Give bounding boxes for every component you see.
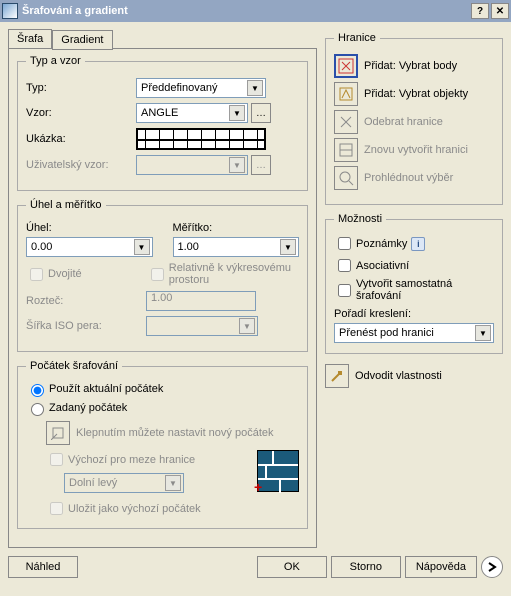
help-button[interactable]: ? bbox=[471, 3, 489, 19]
radio-use-current-origin[interactable]: Použít aktuální počátek bbox=[26, 381, 299, 397]
label-specified-origin: Zadaný počátek bbox=[49, 402, 127, 414]
plus-icon: + bbox=[254, 479, 262, 495]
chevron-down-icon: ▼ bbox=[165, 475, 181, 491]
help-button-footer[interactable]: Nápověda bbox=[405, 556, 477, 578]
select-custom-pattern: ▼ bbox=[136, 155, 248, 175]
chevron-down-icon: ▼ bbox=[475, 325, 491, 341]
pick-origin-button bbox=[46, 421, 70, 445]
label-iso-pen: Šířka ISO pera: bbox=[26, 320, 146, 332]
group-boundaries: Hranice Přidat: Vybrat body Přidat: Vybr… bbox=[325, 32, 503, 205]
hatch-sample-preview[interactable] bbox=[136, 128, 266, 150]
checkbox-double: Dvojité bbox=[26, 265, 135, 284]
view-selection-button bbox=[334, 166, 358, 190]
label-separate-hatches: Vytvořit samostatná šrafování bbox=[356, 278, 494, 302]
add-pick-points-button[interactable] bbox=[334, 54, 358, 78]
legend-boundaries: Hranice bbox=[334, 32, 380, 44]
chevron-down-icon: ▼ bbox=[229, 105, 245, 121]
select-type[interactable]: Předdefinovaný ▼ bbox=[136, 78, 266, 98]
label-inherit-properties: Odvodit vlastnosti bbox=[355, 370, 442, 382]
label-click-set-origin: Klepnutím můžete nastavit nový počátek bbox=[76, 427, 274, 439]
checkbox-separate-hatches[interactable]: Vytvořit samostatná šrafování bbox=[334, 278, 494, 302]
label-double: Dvojité bbox=[48, 268, 82, 280]
chevron-right-icon bbox=[487, 562, 497, 572]
select-draw-order[interactable]: Přenést pod hranici ▼ bbox=[334, 323, 494, 343]
label-use-current-origin: Použít aktuální počátek bbox=[49, 383, 163, 395]
pattern-browse-button[interactable]: … bbox=[251, 103, 271, 123]
group-angle-scale: Úhel a měřítko Úhel: 0.00 ▼ Měřítko: 1.0… bbox=[17, 199, 308, 352]
label-remove-boundaries: Odebrat hranice bbox=[364, 116, 443, 128]
checkbox-store-default-origin: Uložit jako výchozí počátek bbox=[46, 499, 299, 518]
ok-button[interactable]: OK bbox=[257, 556, 327, 578]
select-type-value: Předdefinovaný bbox=[141, 82, 217, 94]
remove-boundaries-button bbox=[334, 110, 358, 134]
label-store-default-origin: Uložit jako výchozí počátek bbox=[68, 503, 201, 515]
label-angle: Úhel: bbox=[26, 222, 153, 234]
select-angle-value: 0.00 bbox=[31, 241, 52, 253]
legend-origin: Počátek šrafování bbox=[26, 360, 122, 372]
legend-options: Možnosti bbox=[334, 213, 386, 225]
tab-gradient[interactable]: Gradient bbox=[52, 30, 112, 50]
select-draw-order-value: Přenést pod hranici bbox=[339, 327, 434, 339]
label-pattern: Vzor: bbox=[26, 107, 136, 119]
group-type-pattern: Typ a vzor Typ: Předdefinovaný ▼ Vzor: A… bbox=[17, 55, 308, 191]
cancel-button[interactable]: Storno bbox=[331, 556, 401, 578]
preview-button[interactable]: Náhled bbox=[8, 556, 78, 578]
window-title: Šrafování a gradient bbox=[22, 5, 469, 17]
select-scale[interactable]: 1.00 ▼ bbox=[173, 237, 300, 257]
label-scale: Měřítko: bbox=[173, 222, 300, 234]
label-type: Typ: bbox=[26, 82, 136, 94]
info-icon[interactable]: i bbox=[411, 237, 425, 251]
legend-type-pattern: Typ a vzor bbox=[26, 55, 85, 67]
label-draw-order: Pořadí kreslení: bbox=[334, 308, 494, 320]
checkbox-default-bounds: Výchozí pro meze hranice bbox=[46, 450, 247, 469]
tab-hatch[interactable]: Šrafa bbox=[8, 29, 52, 48]
radio-specified-origin[interactable]: Zadaný počátek bbox=[26, 400, 299, 416]
chevron-down-icon: ▼ bbox=[229, 157, 245, 173]
origin-preview-icon: + bbox=[257, 450, 299, 492]
chevron-down-icon: ▼ bbox=[247, 80, 263, 96]
group-origin: Počátek šrafování Použít aktuální počáte… bbox=[17, 360, 308, 529]
label-add-pick-points: Přidat: Vybrat body bbox=[364, 60, 457, 72]
input-spacing: 1.00 bbox=[146, 291, 256, 311]
close-button[interactable]: ✕ bbox=[491, 3, 509, 19]
label-annotations: Poznámky bbox=[356, 238, 407, 250]
label-default-bounds: Výchozí pro meze hranice bbox=[68, 454, 195, 466]
checkbox-associative[interactable]: Asociativní bbox=[334, 256, 494, 275]
group-options: Možnosti Poznámky i Asociativní Vytvořit… bbox=[325, 213, 503, 354]
label-custom-pattern: Uživatelský vzor: bbox=[26, 159, 136, 171]
inherit-properties-button[interactable] bbox=[325, 364, 349, 388]
label-view-selection: Prohlédnout výběr bbox=[364, 172, 453, 184]
expand-button[interactable] bbox=[481, 556, 503, 578]
chevron-down-icon: ▼ bbox=[280, 239, 296, 255]
label-spacing: Rozteč: bbox=[26, 295, 146, 307]
custom-browse-button: … bbox=[251, 155, 271, 175]
select-pattern-value: ANGLE bbox=[141, 107, 178, 119]
select-iso-pen: ▼ bbox=[146, 316, 258, 336]
chevron-down-icon: ▼ bbox=[134, 239, 150, 255]
label-sample: Ukázka: bbox=[26, 133, 136, 145]
app-icon bbox=[2, 3, 18, 19]
checkbox-annotations[interactable]: Poznámky i bbox=[334, 234, 494, 253]
select-origin-corner-value: Dolní levý bbox=[69, 477, 117, 489]
label-recreate-boundary: Znovu vytvořit hranici bbox=[364, 144, 468, 156]
select-angle[interactable]: 0.00 ▼ bbox=[26, 237, 153, 257]
label-relative: Relativně k výkresovému prostoru bbox=[169, 262, 299, 286]
chevron-down-icon: ▼ bbox=[239, 318, 255, 334]
legend-angle-scale: Úhel a měřítko bbox=[26, 199, 106, 211]
select-scale-value: 1.00 bbox=[178, 241, 199, 253]
label-add-select-objects: Přidat: Vybrat objekty bbox=[364, 88, 468, 100]
label-associative: Asociativní bbox=[356, 260, 409, 272]
select-origin-corner: Dolní levý ▼ bbox=[64, 473, 184, 493]
add-select-objects-button[interactable] bbox=[334, 82, 358, 106]
checkbox-relative: Relativně k výkresovému prostoru bbox=[147, 262, 299, 286]
select-pattern[interactable]: ANGLE ▼ bbox=[136, 103, 248, 123]
recreate-boundary-button bbox=[334, 138, 358, 162]
